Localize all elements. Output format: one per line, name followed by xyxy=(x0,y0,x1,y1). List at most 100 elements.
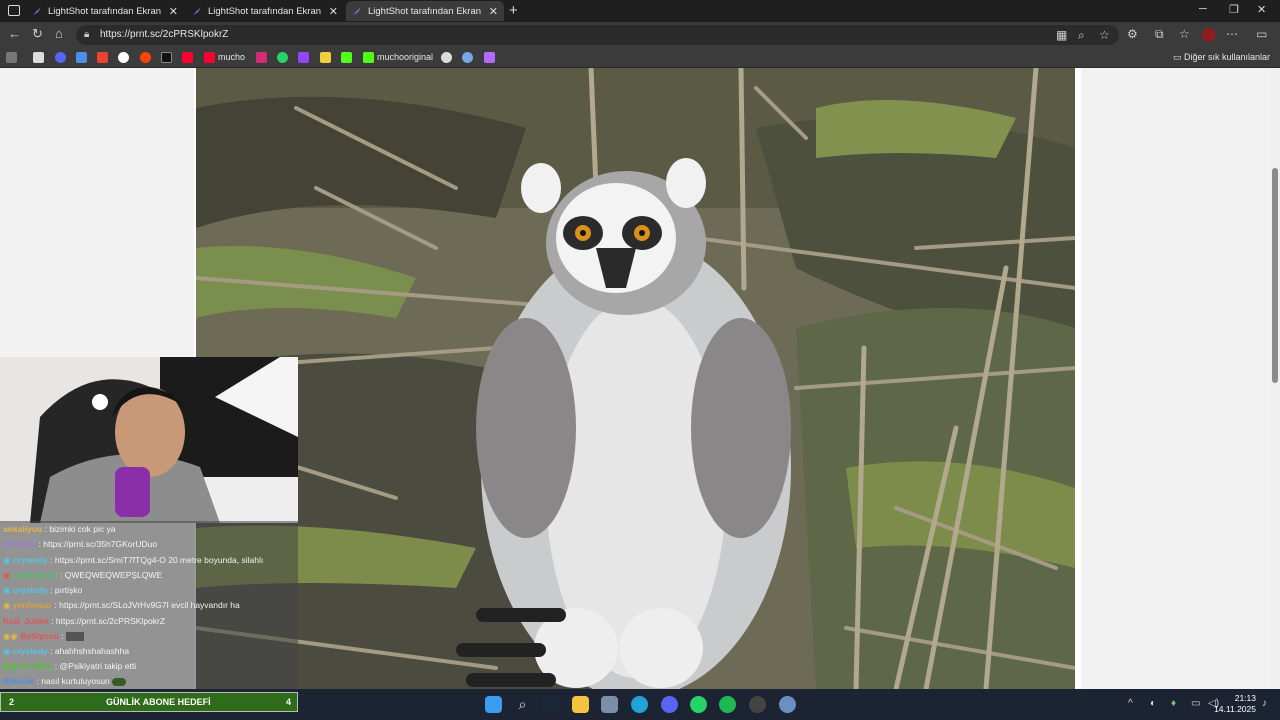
kick-icon[interactable] xyxy=(363,52,374,63)
edge-icon[interactable] xyxy=(631,696,648,713)
chat-message: ◉◉ KickBot : @Psikiyatri takip etti xyxy=(3,661,136,672)
tab-2-close-icon[interactable]: ✕ xyxy=(329,5,338,18)
bookmarks-bar: mucho muchooriginal ▭ Diğer sık kullanıl… xyxy=(0,48,1280,68)
streamer-webcam-feed xyxy=(0,357,298,523)
google-icon[interactable] xyxy=(118,52,129,63)
split-screen-icon[interactable]: ⧉ xyxy=(1155,27,1164,42)
discord-icon[interactable] xyxy=(55,52,66,63)
webcam-overlay xyxy=(0,357,298,523)
whatsapp-icon[interactable] xyxy=(690,696,707,713)
badge-icon: ◉ xyxy=(3,570,11,580)
profile-avatar[interactable] xyxy=(1202,28,1216,42)
chat-username: crystedy xyxy=(12,646,48,656)
subscriber-goal-bar: 2 GÜNLİK ABONE HEDEFİ 4 xyxy=(0,692,298,712)
goal-target: 4 xyxy=(285,697,291,707)
badge-icon: ◉◉ xyxy=(3,631,18,641)
tab-3-title: LightShot tarafından Ekran Görün xyxy=(368,5,483,17)
badge-icon: ◉◉ xyxy=(3,661,18,671)
favorite-star-icon[interactable]: ☆ xyxy=(1099,28,1110,42)
chat-username: crystedy xyxy=(12,555,48,565)
scrollbar-thumb[interactable] xyxy=(1272,168,1278,383)
chat-username: KickBot xyxy=(20,661,53,671)
start-windows-icon[interactable] xyxy=(485,696,502,713)
lightshot-feather-icon[interactable] xyxy=(484,52,495,63)
kick-icon[interactable] xyxy=(341,52,352,63)
refresh-icon[interactable]: ↻ xyxy=(32,27,43,41)
tab-3-close-icon[interactable]: ✕ xyxy=(489,5,498,18)
other-favorites[interactable]: ▭ Diğer sık kullanılanlar xyxy=(1173,52,1270,63)
app-available-icon[interactable]: ▦ xyxy=(1056,28,1067,42)
bookmark-icon[interactable] xyxy=(320,52,331,63)
controller-icon[interactable] xyxy=(6,52,17,63)
zoom-icon[interactable]: ⌕ xyxy=(1078,28,1085,43)
files-icon[interactable] xyxy=(76,52,87,63)
more-options-icon[interactable]: ⋯ xyxy=(1226,27,1238,41)
tab-1[interactable]: LightShot tarafından Ekran Görün ✕ xyxy=(26,1,184,21)
bookmark-icon[interactable] xyxy=(33,52,44,63)
emote-image xyxy=(66,632,85,642)
store-icon[interactable] xyxy=(601,696,618,713)
notification-bell-icon[interactable]: ♪ xyxy=(1262,698,1267,709)
instagram-icon[interactable] xyxy=(256,52,267,63)
chat-username: ovuealnrxe xyxy=(12,570,58,580)
page-scrollbar[interactable] xyxy=(1270,68,1280,689)
chat-text: : https://prnt.sc/2cPRSKlpokrZ xyxy=(51,616,166,626)
chat-text: : bizimki cok pic ya xyxy=(44,524,116,534)
tab-2[interactable]: LightShot tarafından Ekran Görün ✕ xyxy=(186,1,344,21)
system-clock[interactable]: 21:13 14.11.2025 xyxy=(1214,693,1256,715)
tray-app-icon[interactable]: ◐ xyxy=(1150,698,1156,709)
tab-bar: LightShot tarafından Ekran Görün ✕ Light… xyxy=(0,0,1280,22)
chat-text: : xyxy=(61,631,64,641)
screenshot-image[interactable] xyxy=(196,68,1075,689)
discord-icon[interactable] xyxy=(661,696,678,713)
back-icon[interactable]: ← xyxy=(8,27,21,41)
steam-icon[interactable] xyxy=(462,52,473,63)
chat-text: : https://prnt.sc/35h7GKorUDuo xyxy=(38,539,158,549)
tab-1-close-icon[interactable]: ✕ xyxy=(169,5,178,18)
app-icon[interactable] xyxy=(779,696,796,713)
spotify-icon[interactable] xyxy=(719,696,736,713)
search-icon[interactable]: ⌕ xyxy=(514,696,531,713)
openai-icon[interactable] xyxy=(441,52,452,63)
chat-message: ◉ crystedy : ahahhshshahashha xyxy=(3,646,129,657)
obs-icon[interactable] xyxy=(749,696,766,713)
maximize-icon[interactable]: ❐ xyxy=(1229,3,1239,16)
lightshot-feather-icon xyxy=(193,7,201,15)
minimize-icon[interactable]: ─ xyxy=(1199,3,1207,15)
reddit-icon[interactable] xyxy=(140,52,151,63)
file-explorer-icon[interactable] xyxy=(572,696,589,713)
youtube-icon[interactable] xyxy=(204,52,215,63)
x-twitter-icon[interactable] xyxy=(161,52,172,63)
microphone-icon[interactable]: ♦ xyxy=(1171,698,1176,709)
bookmark-mucho[interactable]: mucho xyxy=(218,52,245,62)
chat-text: : https://prnt.sc/SmiT7fTQg4-O 20 metre … xyxy=(50,555,264,565)
whatsapp-icon[interactable] xyxy=(277,52,288,63)
chat-message: ◉ yenforeur : https://prnt.sc/SLoJVrHv9G… xyxy=(3,600,240,611)
site-info-icon[interactable]: 🔒︎ xyxy=(84,29,89,40)
sidebar-toggle-icon[interactable]: ▭ xyxy=(1256,27,1267,41)
lemur-photo xyxy=(196,68,1075,689)
close-window-icon[interactable]: ✕ xyxy=(1257,3,1266,16)
bookmark-muchooriginal[interactable]: muchooriginal xyxy=(377,52,433,62)
chat-message: 0Pr1d3c : https://prnt.sc/35h7GKorUDuo xyxy=(3,539,157,549)
address-bar[interactable]: 🔒︎ https://prnt.sc/2cPRSKlpokrZ ▦ ⌕ ☆ xyxy=(76,25,1119,45)
other-favorites-label: Diğer sık kullanılanlar xyxy=(1183,52,1270,62)
new-tab-button[interactable]: + xyxy=(509,2,518,19)
chat-text: : nasıl kurtuluyosun xyxy=(36,676,110,686)
chat-text: : ahahhshshahashha xyxy=(50,646,130,656)
twitch-icon[interactable] xyxy=(298,52,309,63)
chat-username: yenforeur xyxy=(12,600,53,610)
chat-text: : @Psikiyatri takip etti xyxy=(54,661,137,671)
lightshot-feather-icon xyxy=(33,7,41,15)
gmail-icon[interactable] xyxy=(97,52,108,63)
favorites-icon[interactable]: ☆ xyxy=(1179,27,1190,41)
tab-actions-icon[interactable] xyxy=(8,5,20,16)
home-icon[interactable]: ⌂ xyxy=(55,27,63,41)
tab-3[interactable]: LightShot tarafından Ekran Görün ✕ xyxy=(346,1,504,21)
extensions-icon[interactable]: ⚙ xyxy=(1127,27,1138,41)
chat-message: Kral_Julien : https://prnt.sc/2cPRSKlpok… xyxy=(3,616,165,626)
steam-icon[interactable] xyxy=(543,696,560,713)
youtube-icon[interactable] xyxy=(182,52,193,63)
tray-chevron-up-icon[interactable]: ^ xyxy=(1128,698,1133,709)
network-icon[interactable]: ▭ xyxy=(1191,698,1200,709)
